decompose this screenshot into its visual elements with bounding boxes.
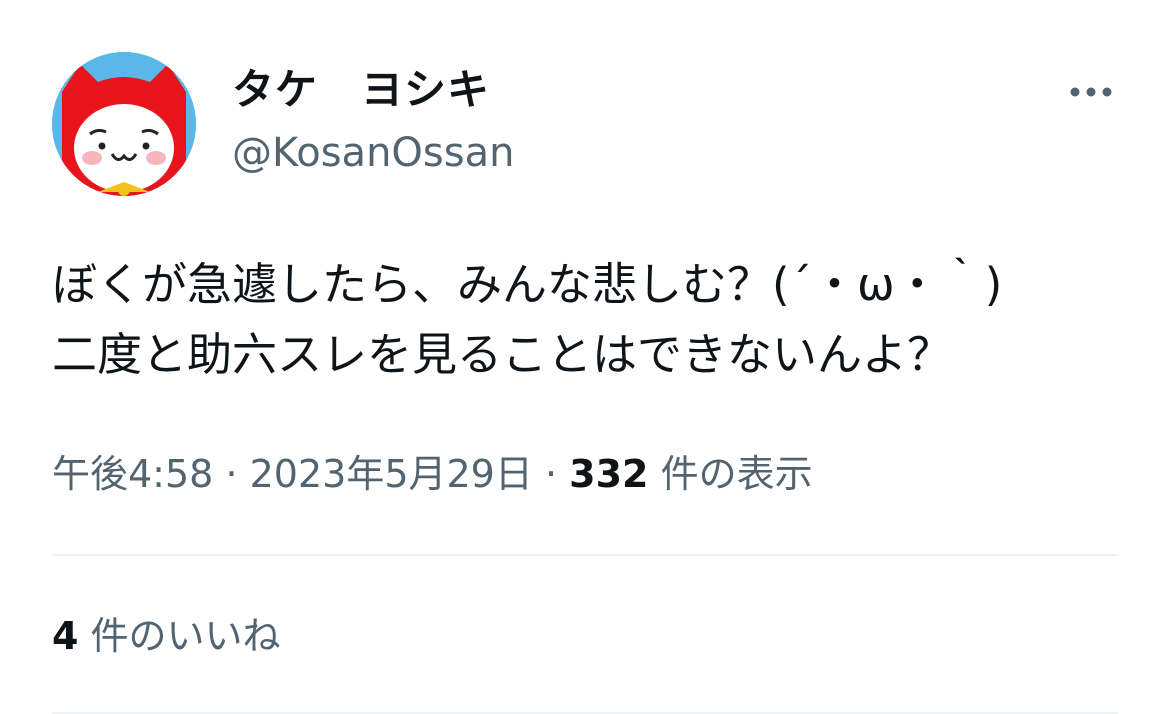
likes-label: 件のいいね xyxy=(90,614,281,658)
tweet-detail: タケ ヨシキ @KosanOssan ぼくが急遽したら、みんな悲しむ？(´・ω・… xyxy=(0,0,1170,714)
likes-count: 4 xyxy=(52,614,79,658)
meta-separator: · xyxy=(225,452,238,496)
tweet-text: ぼくが急遽したら、みんな悲しむ？(´・ω・｀) 二度と助六スレを見ることはできな… xyxy=(52,258,1003,381)
more-options-button[interactable] xyxy=(1064,74,1118,110)
meta-separator: · xyxy=(544,452,558,496)
tweet-date[interactable]: 2023年5月29日 xyxy=(250,452,533,496)
tweet-time[interactable]: 午後4:58 xyxy=(52,452,213,496)
avatar[interactable] xyxy=(52,52,196,196)
tweet-metadata: 午後4:58 · 2023年5月29日 · 332 件の表示 xyxy=(52,446,813,502)
views-label: 件の表示 xyxy=(660,452,813,496)
likes-summary[interactable]: 4 件のいいね xyxy=(52,608,281,664)
cat-mascot-icon xyxy=(52,52,196,196)
divider xyxy=(52,554,1118,556)
views-count: 332 xyxy=(569,452,649,496)
author-handle[interactable]: @KosanOssan xyxy=(232,126,514,180)
more-icon xyxy=(1070,87,1112,97)
author-display-name[interactable]: タケ ヨシキ xyxy=(232,62,490,118)
